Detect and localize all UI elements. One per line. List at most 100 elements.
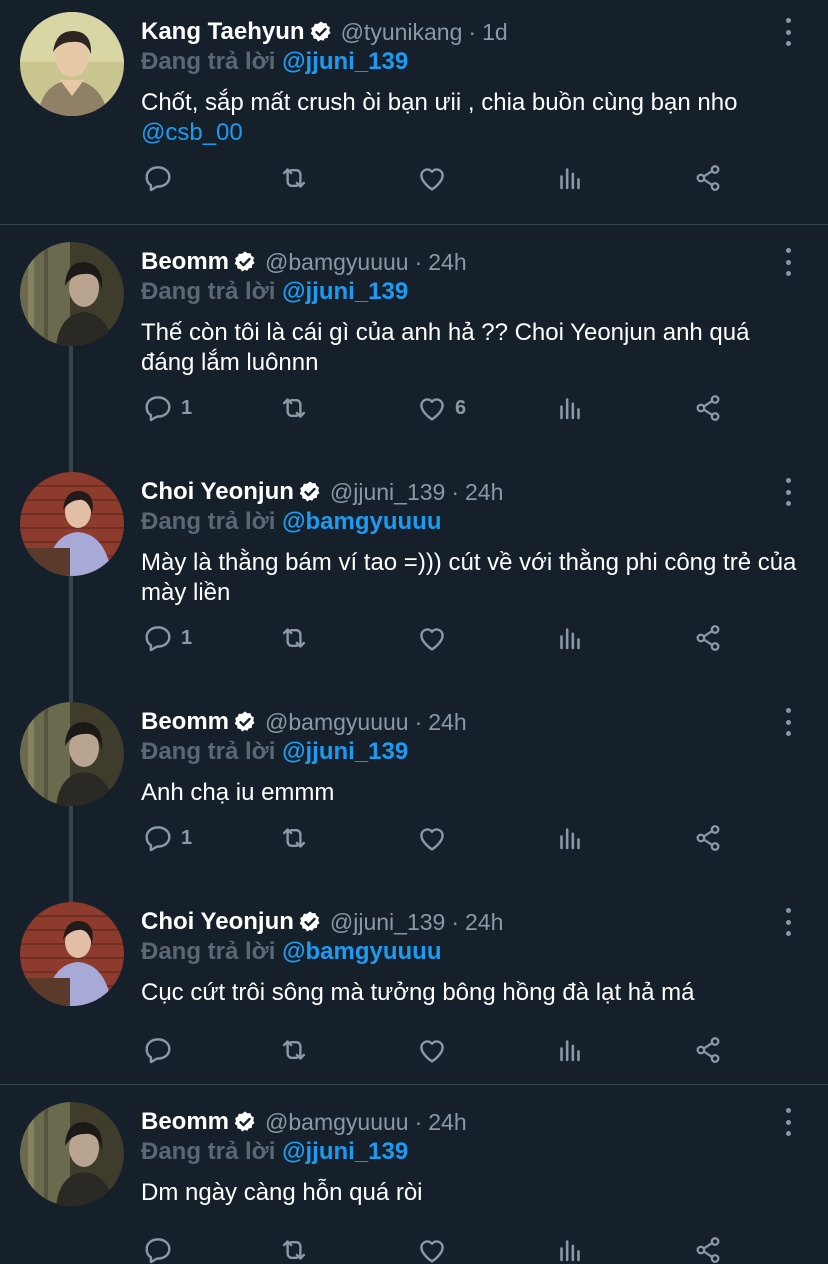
reply-mention-link[interactable]: @jjuni_139 [282, 48, 408, 75]
more-options-icon[interactable] [782, 1108, 794, 1136]
action-bar: 1 6 [141, 390, 741, 426]
analytics-button[interactable] [553, 390, 587, 426]
like-button[interactable] [415, 820, 455, 856]
analytics-icon [560, 1240, 580, 1262]
analytics-button[interactable] [553, 160, 587, 196]
display-name[interactable]: Choi Yeonjun [141, 478, 294, 506]
display-name[interactable]: Beomm [141, 248, 229, 276]
tweet-text: Anh chạ iu emmm [141, 778, 801, 808]
more-options-icon[interactable] [782, 18, 794, 46]
tweet[interactable]: Beomm @bamgyuuuu · 24h Đang trả lời @jju… [0, 690, 828, 906]
reply-count: 1 [181, 396, 193, 419]
retweet-button[interactable] [277, 160, 311, 196]
analytics-button[interactable] [553, 620, 587, 656]
tweet-text: Mày là thằng bám ví tao =))) cút về với … [141, 548, 801, 608]
reply-button[interactable]: 1 [141, 390, 192, 426]
more-options-icon[interactable] [782, 478, 794, 506]
retweet-icon [282, 628, 306, 648]
display-name[interactable]: Kang Taehyun [141, 18, 305, 46]
display-name[interactable]: Beomm [141, 1108, 229, 1136]
share-button[interactable] [691, 1232, 725, 1264]
analytics-button[interactable] [553, 1232, 587, 1264]
more-options-icon[interactable] [782, 248, 794, 276]
avatar-yeonjun[interactable] [20, 472, 124, 576]
reply-button[interactable]: 1 [141, 620, 192, 656]
retweet-icon [282, 1240, 306, 1260]
avatar-beomm[interactable] [20, 702, 124, 806]
share-button[interactable] [691, 620, 725, 656]
handle[interactable]: @jjuni_139 [330, 909, 445, 936]
timestamp[interactable]: 24h [428, 1109, 466, 1136]
more-options-icon[interactable] [782, 908, 794, 936]
analytics-icon [560, 628, 580, 650]
tweet[interactable]: Choi Yeonjun @jjuni_139 · 24h Đang trả l… [0, 460, 828, 706]
verified-badge-icon [299, 481, 320, 502]
replying-to: Đang trả lời @jjuni_139 [141, 738, 408, 766]
share-button[interactable] [691, 160, 725, 196]
retweet-button[interactable] [277, 1232, 311, 1264]
retweet-button[interactable] [277, 820, 311, 856]
reply-mention-link[interactable]: @bamgyuuuu [282, 508, 441, 535]
like-button[interactable]: 6 [415, 390, 466, 426]
timestamp[interactable]: 24h [465, 909, 503, 936]
more-options-icon[interactable] [782, 708, 794, 736]
reply-button[interactable] [141, 1232, 181, 1264]
like-count: 6 [455, 396, 467, 419]
avatar-yeonjun[interactable] [20, 902, 124, 1006]
display-name[interactable]: Choi Yeonjun [141, 908, 294, 936]
tweet[interactable]: Choi Yeonjun @jjuni_139 · 24h Đang trả l… [0, 890, 828, 1084]
handle[interactable]: @jjuni_139 [330, 479, 445, 506]
share-button[interactable] [691, 390, 725, 426]
reply-mention-link[interactable]: @jjuni_139 [282, 1138, 408, 1165]
analytics-button[interactable] [553, 820, 587, 856]
analytics-button[interactable] [553, 1032, 587, 1068]
like-button[interactable] [415, 160, 455, 196]
handle[interactable]: @bamgyuuuu [265, 1109, 409, 1136]
handle[interactable]: @tyunikang [341, 19, 463, 46]
reply-button[interactable]: 1 [141, 820, 192, 856]
timestamp[interactable]: 24h [428, 249, 466, 276]
like-button[interactable] [415, 620, 455, 656]
timestamp[interactable]: 1d [482, 19, 508, 46]
reply-icon [145, 1238, 171, 1264]
timestamp[interactable]: 24h [428, 709, 466, 736]
analytics-icon [560, 1040, 580, 1062]
reply-mention-link[interactable]: @bamgyuuuu [282, 938, 441, 965]
verified-badge-icon [299, 911, 320, 932]
avatar-taehyun[interactable] [20, 12, 124, 116]
share-button[interactable] [691, 820, 725, 856]
handle[interactable]: @bamgyuuuu [265, 249, 409, 276]
reply-mention-link[interactable]: @jjuni_139 [282, 278, 408, 305]
reply-mention-link[interactable]: @jjuni_139 [282, 738, 408, 765]
reply-button[interactable] [141, 160, 181, 196]
like-button[interactable] [415, 1032, 455, 1068]
share-icon [696, 825, 720, 851]
retweet-icon [282, 828, 306, 848]
reply-prefix: Đang trả lời [141, 278, 276, 305]
mention-link[interactable]: @csb_00 [141, 119, 243, 146]
verified-badge-icon [234, 711, 255, 732]
tweet[interactable]: Beomm @bamgyuuuu · 24h Đang trả lời @jju… [0, 230, 828, 476]
retweet-button[interactable] [277, 1032, 311, 1068]
avatar-beomm[interactable] [20, 1102, 124, 1206]
share-button[interactable] [691, 1032, 725, 1068]
tweet[interactable]: Beomm @bamgyuuuu · 24h Đang trả lời @jju… [0, 1090, 828, 1264]
separator-dot: · [451, 478, 460, 505]
reply-count: 1 [181, 626, 193, 649]
tweet[interactable]: Kang Taehyun @tyunikang · 1d Đang trả lờ… [0, 0, 828, 224]
reply-button[interactable] [141, 1032, 181, 1068]
avatar-beomm[interactable] [20, 242, 124, 346]
reply-icon [145, 396, 171, 422]
like-button[interactable] [415, 1232, 455, 1264]
analytics-icon [560, 828, 580, 850]
tweet-text: Cục cứt trôi sông mà tưởng bông hồng đà … [141, 978, 801, 1008]
retweet-button[interactable] [277, 620, 311, 656]
display-name[interactable]: Beomm [141, 708, 229, 736]
replying-to: Đang trả lời @bamgyuuuu [141, 938, 442, 966]
like-icon [420, 628, 444, 651]
handle[interactable]: @bamgyuuuu [265, 709, 409, 736]
timestamp[interactable]: 24h [465, 479, 503, 506]
action-bar [141, 160, 741, 196]
separator-dot: · [414, 708, 423, 735]
retweet-button[interactable] [277, 390, 311, 426]
